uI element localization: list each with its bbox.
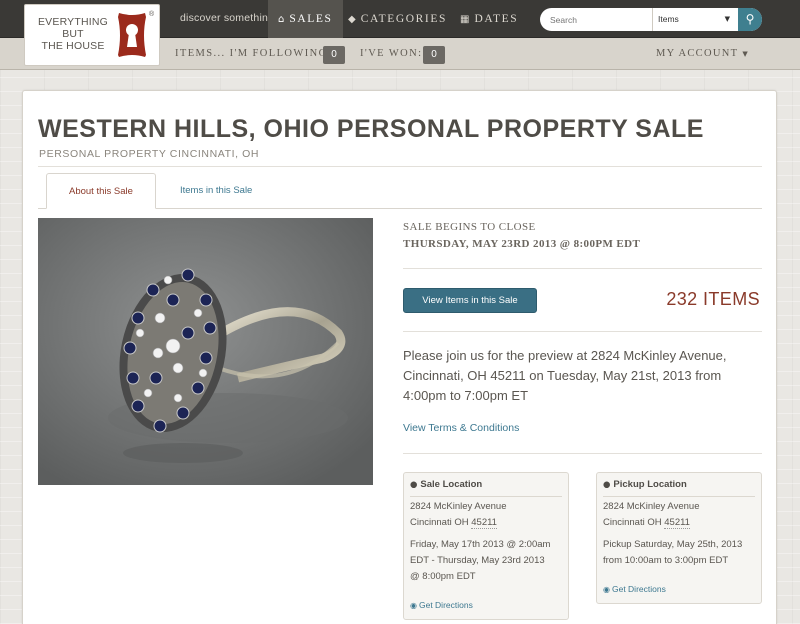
- sale-location-city-line: Cincinnati OH 45211: [410, 515, 497, 531]
- sale-featured-photo[interactable]: [38, 218, 373, 485]
- pickup-location-heading-text: Pickup Location: [613, 479, 687, 490]
- nav-categories-label: CATEGORIES: [360, 13, 447, 25]
- tag-icon: ◆: [348, 14, 356, 25]
- sale-location-heading: ● Sale Location: [410, 479, 562, 497]
- pickup-location-time: from 10:00am to 3:00pm EDT: [603, 555, 729, 566]
- sale-location-zip: 45211: [471, 517, 497, 529]
- sale-location-city: Cincinnati OH: [410, 517, 472, 528]
- pickup-location-directions-label: Get Directions: [611, 584, 666, 594]
- pickup-location-address: 2824 McKinley Avenue: [603, 501, 700, 512]
- view-items-button[interactable]: View Items in this Sale: [403, 288, 537, 313]
- pickup-location-zip: 45211: [664, 517, 690, 529]
- sale-subtitle: PERSONAL PROPERTY CINCINNATI, OH: [39, 148, 260, 160]
- divider: [38, 166, 762, 167]
- divider: [403, 268, 762, 269]
- preview-description: Please join us for the preview at 2824 M…: [403, 348, 727, 403]
- nav-sales-label: SALES: [289, 13, 333, 25]
- divider: [403, 453, 762, 454]
- search-button[interactable]: ⚲: [738, 8, 762, 31]
- close-label: SALE BEGINS TO CLOSE: [403, 221, 536, 233]
- search-bar: Items ▼ ⚲: [540, 8, 762, 31]
- following-label: ITEMS... I'M FOLLOWING:: [175, 48, 332, 59]
- pickup-location-directions-link[interactable]: ◉ Get Directions: [603, 584, 666, 594]
- divider: [403, 331, 762, 332]
- sale-location-time: Friday, May 17th 2013 @ 2:00am: [410, 539, 551, 550]
- site-logo[interactable]: EVERYTHING BUT THE HOUSE ®: [24, 4, 160, 66]
- globe-icon: ◉: [410, 601, 417, 610]
- terms-link[interactable]: View Terms & Conditions: [403, 422, 519, 434]
- sale-location-directions-link[interactable]: ◉ Get Directions: [410, 600, 473, 610]
- sale-location-address: 2824 McKinley Avenue: [410, 501, 507, 512]
- calendar-icon: ▦: [460, 14, 470, 25]
- sale-detail-card: WESTERN HILLS, OHIO PERSONAL PROPERTY SA…: [22, 90, 777, 624]
- logo-line: EVERYTHING: [37, 16, 109, 28]
- close-date: THURSDAY, MAY 23RD 2013 @ 8:00PM EDT: [403, 238, 641, 250]
- registered-mark: ®: [149, 11, 155, 18]
- pickup-location-time: Pickup Saturday, May 25th, 2013: [603, 539, 743, 550]
- nav-sales[interactable]: ⌂ SALES: [268, 0, 343, 38]
- logo-wordmark: EVERYTHING BUT THE HOUSE: [33, 16, 113, 52]
- map-pin-icon: ●: [410, 480, 418, 490]
- pickup-location-box: ● Pickup Location 2824 McKinley Avenue Ci…: [596, 472, 762, 604]
- sale-location-time: EDT - Thursday, May 23rd 2013: [410, 555, 545, 566]
- chevron-down-icon: ▼: [724, 15, 730, 23]
- search-icon: ⚲: [745, 12, 755, 26]
- map-pin-icon: ●: [603, 480, 611, 490]
- sale-location-directions-label: Get Directions: [418, 600, 473, 610]
- chevron-down-icon: ▼: [742, 50, 748, 58]
- item-count: 232 ITEMS: [666, 289, 760, 309]
- nav-categories[interactable]: ◆ CATEGORIES: [338, 0, 457, 38]
- nav-dates-label: DATES: [474, 13, 519, 25]
- following-count-badge[interactable]: 0: [323, 46, 345, 64]
- won-label: I'VE WON:: [360, 48, 423, 59]
- search-scope-value: Items: [658, 14, 679, 24]
- won-count-badge[interactable]: 0: [423, 46, 445, 64]
- sale-location-heading-text: Sale Location: [420, 479, 483, 490]
- pickup-location-heading: ● Pickup Location: [603, 479, 755, 497]
- tab-items-in-this-sale[interactable]: Items in this Sale: [158, 173, 274, 209]
- home-icon: ⌂: [278, 14, 285, 25]
- sale-location-box: ● Sale Location 2824 McKinley Avenue Cinc…: [403, 472, 569, 620]
- keyhole-logo-icon: [118, 13, 146, 57]
- my-account-label: MY ACCOUNT: [656, 48, 739, 59]
- logo-line: THE HOUSE: [41, 40, 105, 52]
- pickup-location-city: Cincinnati OH: [603, 517, 665, 528]
- nav-dates[interactable]: ▦ DATES: [450, 0, 528, 38]
- tab-about-this-sale[interactable]: About this Sale: [46, 173, 156, 209]
- page-title: WESTERN HILLS, OHIO PERSONAL PROPERTY SA…: [38, 115, 704, 143]
- sale-location-time: @ 8:00pm EDT: [410, 571, 476, 582]
- ring-image: [38, 218, 373, 485]
- tagline: discover something: [180, 12, 275, 24]
- globe-icon: ◉: [603, 585, 610, 594]
- search-scope-select[interactable]: Items ▼: [652, 8, 738, 31]
- search-input[interactable]: [540, 8, 652, 31]
- pickup-location-city-line: Cincinnati OH 45211: [603, 515, 690, 531]
- logo-line: BUT: [62, 28, 84, 40]
- my-account-menu[interactable]: MY ACCOUNT ▼: [656, 48, 748, 59]
